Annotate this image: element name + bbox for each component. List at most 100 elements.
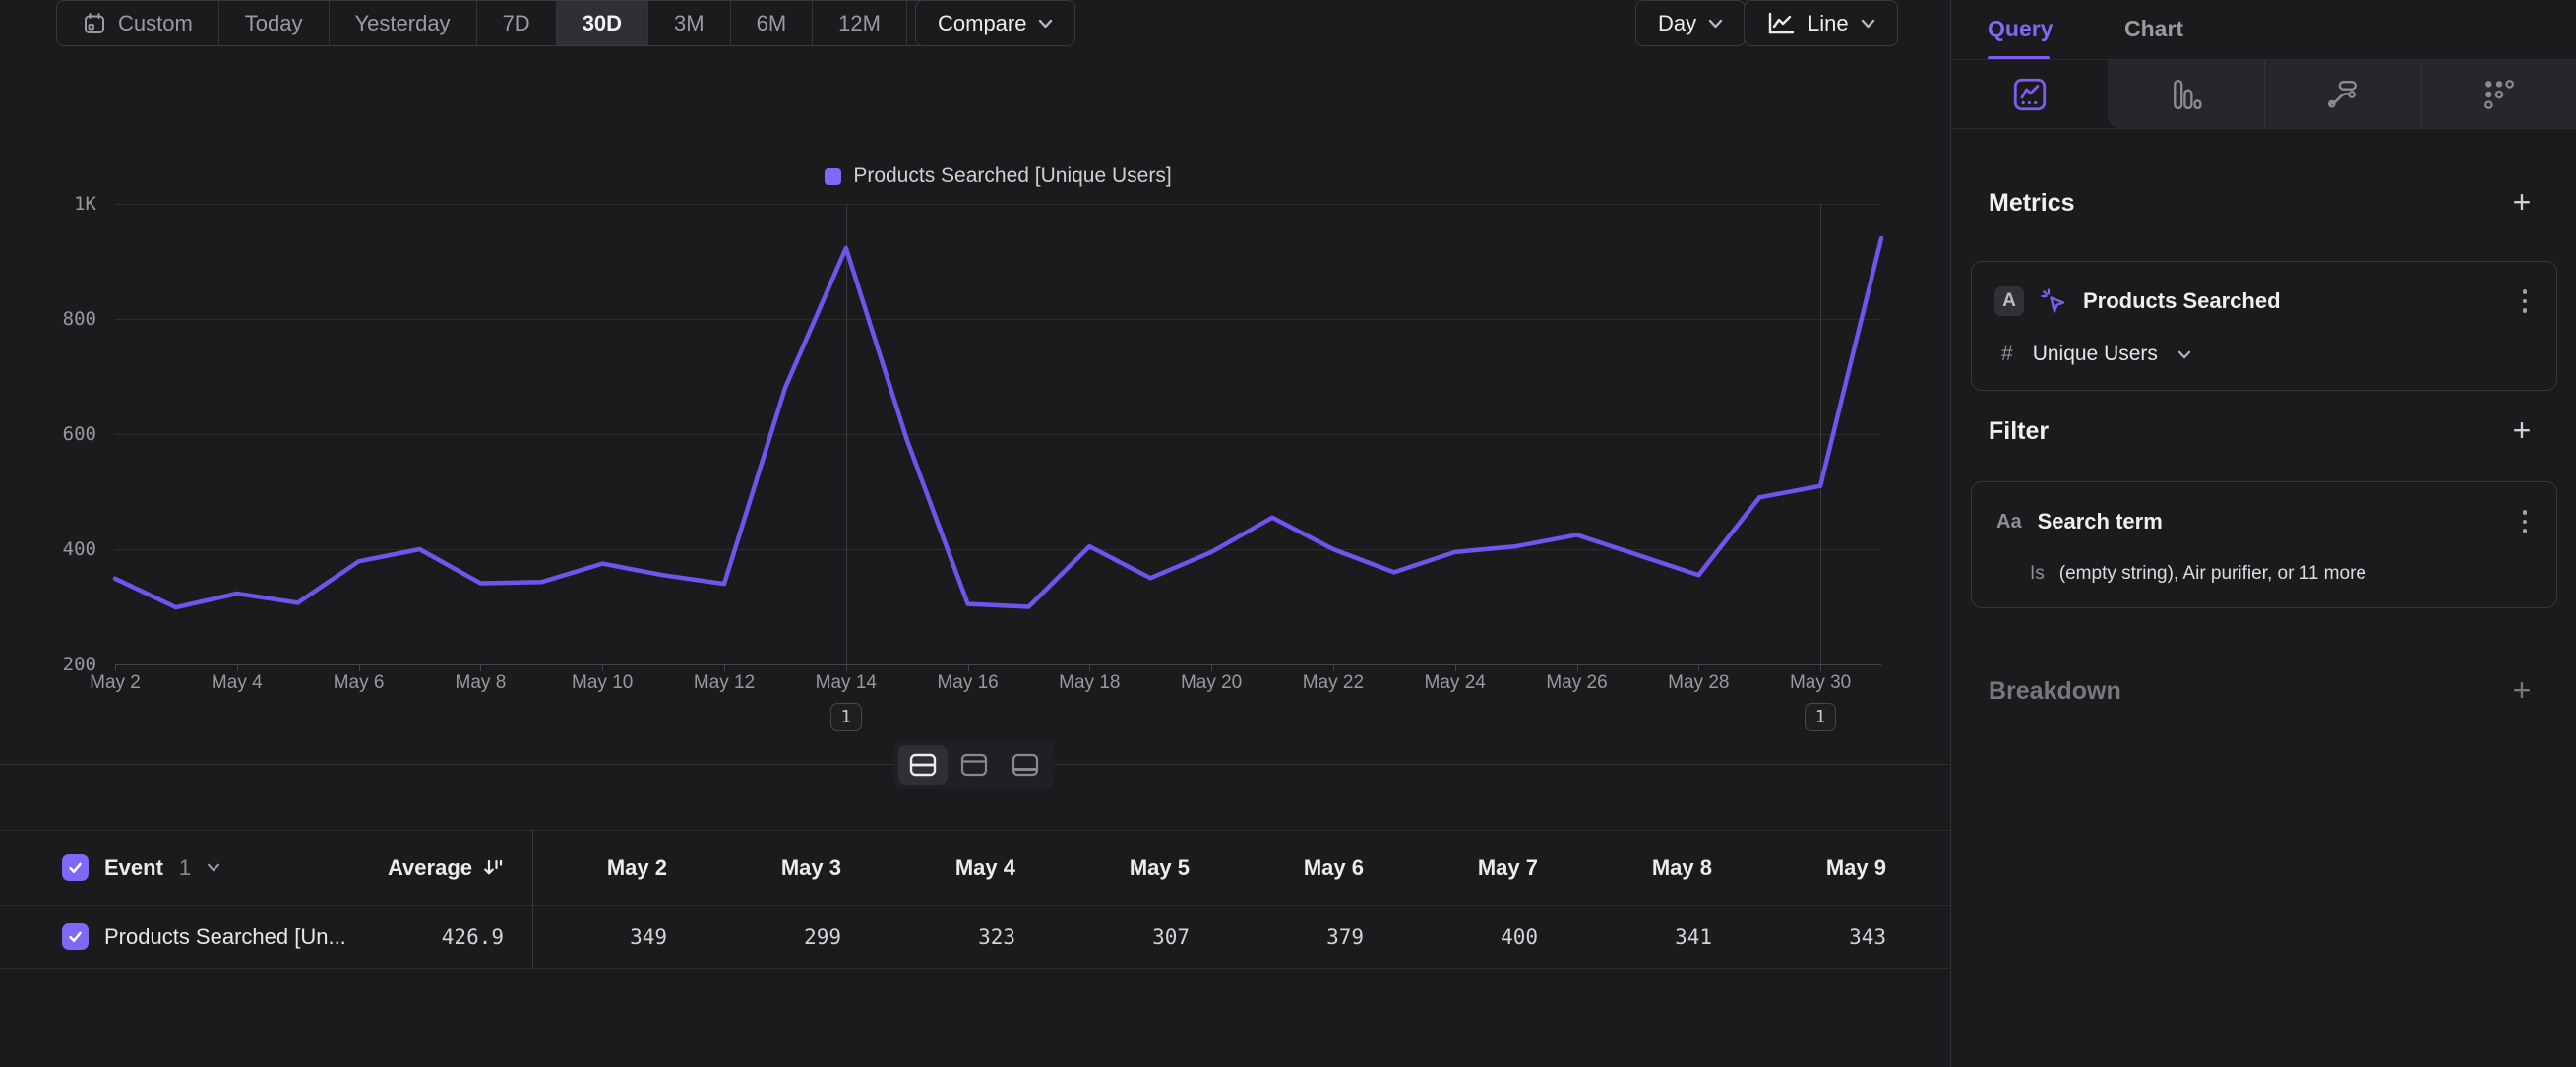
x-axis-label: May 14 (787, 672, 905, 694)
table-cell-value: 323 (881, 925, 1055, 949)
chart-style-button[interactable]: Line (1744, 0, 1898, 46)
chart-style-label: Line (1808, 11, 1849, 36)
table-date-header: May 2 (532, 855, 706, 881)
add-breakdown-button[interactable]: + (2507, 675, 2537, 705)
table-date-values: 349299323307379400341343 (532, 925, 1926, 949)
flows-icon (2327, 79, 2359, 110)
table-bottom-border (0, 968, 1950, 969)
granularity-button[interactable]: Day (1635, 0, 1746, 46)
y-axis-label: 600 (0, 423, 96, 445)
x-axis-tick (1089, 664, 1090, 671)
split-view-icon (909, 753, 937, 777)
aggregation-label: Unique Users (2033, 343, 2158, 366)
event-count: 1 (179, 855, 191, 881)
chart-toolbar: CustomTodayYesterday7D30D3M6M12MXTD Comp… (0, 0, 1950, 46)
filter-value[interactable]: (empty string), Air purifier, or 11 more (2059, 563, 2366, 585)
chevron-down-icon (207, 863, 220, 872)
x-axis-tick (724, 664, 725, 671)
range-yesterday[interactable]: Yesterday (329, 1, 476, 45)
row-checkbox[interactable] (62, 923, 89, 950)
table-cell-value: 307 (1055, 925, 1229, 949)
filter-property-name: Search term (2038, 509, 2163, 534)
table-row: Products Searched [Un... 426.9 349299323… (0, 906, 1950, 968)
metrics-heading: Metrics (1989, 189, 2075, 218)
range-7d[interactable]: 7D (476, 1, 556, 45)
event-dropdown[interactable] (207, 863, 220, 872)
x-axis-label: May 20 (1152, 672, 1270, 694)
annotation-chip[interactable]: 1 (1805, 703, 1836, 731)
table-date-header: May 5 (1055, 855, 1229, 881)
chart-type-bar-tab[interactable] (2108, 60, 2264, 128)
table-cell-value: 343 (1751, 925, 1926, 949)
table-date-header: May 7 (1403, 855, 1577, 881)
bottom-panel-icon (1012, 753, 1039, 777)
string-type-icon: Aa (1996, 511, 2022, 534)
x-axis-tick (1333, 664, 1334, 671)
table-date-headers: May 2May 3May 4May 5May 6May 7May 8May 9 (532, 855, 1926, 881)
range-custom[interactable]: Custom (57, 1, 218, 45)
chart-type-retention-tab[interactable] (2421, 60, 2576, 128)
x-axis-tick (1455, 664, 1456, 671)
select-all-checkbox[interactable] (62, 854, 89, 881)
filter-heading: Filter (1989, 417, 2049, 446)
chevron-down-icon (1708, 19, 1723, 29)
retention-icon (2484, 79, 2515, 110)
table-header-row: Event 1 Average May 2May 3May 4May 5May … (0, 831, 1950, 905)
layout-top-button[interactable] (950, 745, 999, 785)
x-axis-label: May 26 (1518, 672, 1636, 694)
range-30d[interactable]: 30D (556, 1, 647, 45)
check-icon (67, 859, 84, 876)
x-axis-label: May 28 (1639, 672, 1757, 694)
range-today[interactable]: Today (218, 1, 329, 45)
event-column-label: Event (104, 855, 163, 881)
chart-type-flows-tab[interactable] (2264, 60, 2421, 128)
table-date-header: May 9 (1751, 855, 1926, 881)
x-axis-label: May 22 (1274, 672, 1392, 694)
filter-operator[interactable]: Is (2030, 563, 2045, 585)
x-axis-tick (846, 664, 847, 671)
y-axis-label: 1K (0, 193, 96, 215)
metric-options-kebab-icon[interactable] (2515, 283, 2535, 319)
sort-descending-icon[interactable] (482, 857, 504, 879)
aggregation-dropdown[interactable] (2177, 350, 2191, 359)
insights-icon (2013, 78, 2047, 111)
table-date-header: May 6 (1229, 855, 1403, 881)
analytics-app: CustomTodayYesterday7D30D3M6M12MXTD Comp… (0, 0, 2576, 1067)
legend-series-label: Products Searched [Unique Users] (853, 164, 1171, 188)
x-axis-tick (1211, 664, 1212, 671)
gridline-200 (115, 664, 1881, 665)
y-axis-label: 400 (0, 538, 96, 560)
x-axis-label: May 30 (1761, 672, 1879, 694)
filter-options-kebab-icon[interactable] (2515, 504, 2535, 539)
add-filter-button[interactable]: + (2507, 415, 2537, 445)
range-3m[interactable]: 3M (647, 1, 730, 45)
x-axis-tick (480, 664, 481, 671)
metric-event-name: Products Searched (2083, 288, 2281, 314)
annotation-chip[interactable]: 1 (830, 703, 862, 731)
layout-bottom-button[interactable] (1001, 745, 1050, 785)
average-column-label: Average (388, 855, 472, 881)
series-letter-badge: A (1994, 286, 2024, 316)
x-axis-tick (237, 664, 238, 671)
tab-query[interactable]: Query (1988, 16, 2053, 42)
metric-card[interactable]: A Products Searched # Unique Users (1971, 261, 2557, 391)
top-panel-icon (960, 753, 988, 777)
chart-type-insights-tab[interactable] (1951, 60, 2108, 128)
layout-toggle (893, 740, 1055, 789)
layout-split-button[interactable] (898, 745, 948, 785)
x-axis-tick (1577, 664, 1578, 671)
chart-legend[interactable]: Products Searched [Unique Users] (115, 163, 1881, 189)
range-6m[interactable]: 6M (730, 1, 813, 45)
y-axis-label: 800 (0, 308, 96, 330)
compare-button[interactable]: Compare (915, 0, 1075, 46)
x-axis-tick (1820, 664, 1821, 671)
filter-card[interactable]: Aa Search term Is (empty string), Air pu… (1971, 481, 2557, 608)
add-metric-button[interactable]: + (2507, 187, 2537, 217)
tab-chart[interactable]: Chart (2124, 16, 2183, 42)
range-12m[interactable]: 12M (812, 1, 906, 45)
x-axis-tick (1698, 664, 1699, 671)
line-chart-icon (1766, 11, 1796, 36)
x-axis-label: May 12 (665, 672, 783, 694)
x-axis-label: May 10 (543, 672, 661, 694)
x-axis-tick (115, 664, 116, 671)
